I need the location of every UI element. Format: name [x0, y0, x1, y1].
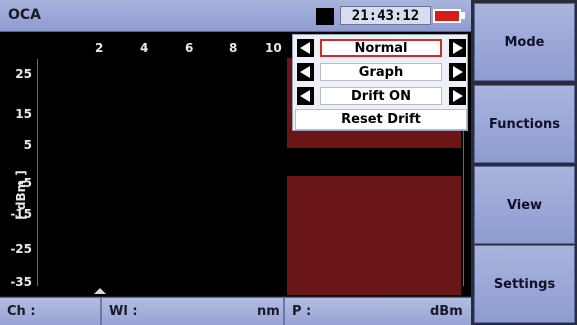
readout-bar: Ch : Wl : nm P : dBm — [0, 297, 471, 325]
y-tick-label: 25 — [15, 67, 32, 81]
status-indicator — [316, 8, 334, 25]
reset-drift-button[interactable]: Reset Drift — [295, 109, 467, 130]
mode-button[interactable]: Mode — [474, 3, 575, 81]
functions-button[interactable]: Functions — [474, 85, 575, 163]
x-tick-label: 6 — [185, 41, 194, 55]
y-axis-label: [ dBm ] — [13, 170, 28, 220]
x-tick-label: 8 — [229, 41, 238, 55]
channel-label: Ch : — [7, 304, 36, 319]
y-tick-label: -35 — [10, 275, 32, 289]
soft-key-panel: Mode Functions View Settings — [471, 0, 577, 325]
left-arrow-icon[interactable] — [297, 39, 314, 57]
option-value-display[interactable]: Graph — [320, 63, 442, 81]
option-value-mode[interactable]: Normal — [320, 39, 442, 57]
left-arrow-icon[interactable] — [297, 63, 314, 81]
y-tick-label: 15 — [15, 107, 32, 121]
marker-triangle-icon[interactable] — [94, 288, 106, 294]
right-arrow-icon[interactable] — [449, 87, 466, 105]
right-arrow-icon[interactable] — [449, 63, 466, 81]
power-label: P : — [292, 304, 312, 319]
battery-icon — [433, 9, 461, 23]
power-unit: dBm — [430, 304, 463, 319]
x-tick-label: 4 — [140, 41, 149, 55]
option-row-drift: Drift ON — [295, 86, 467, 106]
battery-tip — [461, 12, 465, 19]
settings-button[interactable]: Settings — [474, 245, 575, 323]
wavelength-label: Wl : — [109, 304, 138, 319]
x-tick-label: 10 — [265, 41, 282, 55]
signal-bar-lower — [287, 176, 461, 295]
option-row-mode: Normal — [295, 38, 467, 58]
app-title: OCA — [8, 7, 42, 23]
title-bar: OCA 21:43:12 — [0, 0, 471, 32]
view-button[interactable]: View — [474, 166, 575, 244]
y-tick-label: -25 — [10, 242, 32, 256]
wavelength-unit: nm — [257, 304, 280, 319]
option-value-drift[interactable]: Drift ON — [320, 87, 442, 105]
x-tick-label: 2 — [95, 41, 104, 55]
oca-screen: OCA 21:43:12 2 4 6 8 10 25 15 5 -5 -15 -… — [0, 0, 577, 325]
clock: 21:43:12 — [340, 6, 431, 25]
footer-divider — [100, 298, 102, 325]
right-arrow-icon[interactable] — [449, 39, 466, 57]
y-tick-label: 5 — [23, 138, 32, 152]
option-row-display: Graph — [295, 62, 467, 82]
left-arrow-icon[interactable] — [297, 87, 314, 105]
view-options-popup: Normal Graph Drift ON Reset Drift — [292, 34, 468, 131]
footer-divider — [283, 298, 285, 325]
